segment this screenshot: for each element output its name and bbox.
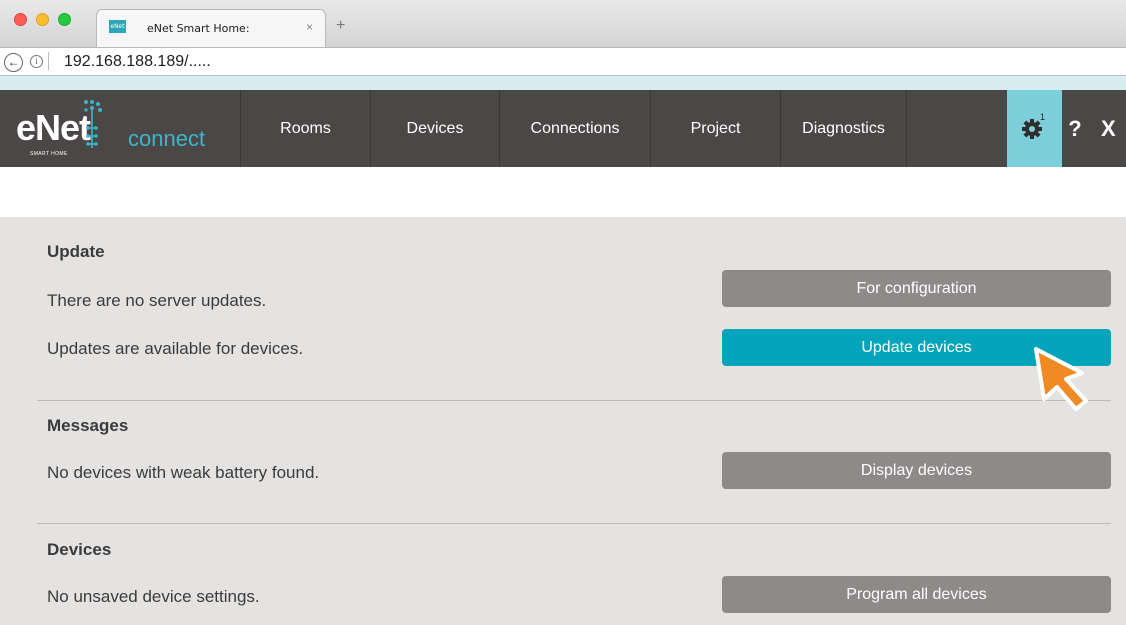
- unsaved-settings-status: No unsaved device settings.: [47, 587, 260, 606]
- browser-tab-bar: eNet eNet Smart Home: × +: [0, 0, 1126, 48]
- close-button[interactable]: X: [1101, 116, 1116, 142]
- messages-section-title: Messages: [47, 416, 129, 435]
- battery-status: No devices with weak battery found.: [47, 463, 320, 482]
- window-minimize-dot[interactable]: [36, 13, 49, 26]
- section-divider: [37, 523, 1111, 524]
- section-divider: [37, 400, 1111, 401]
- nav-connections[interactable]: Connections: [499, 90, 650, 167]
- logo-connect-label: connect: [128, 126, 206, 151]
- enet-logo[interactable]: eNet SMART HOME connect: [0, 90, 240, 167]
- display-devices-button[interactable]: Display devices: [722, 452, 1111, 489]
- device-update-status: Updates are available for devices.: [47, 339, 304, 358]
- logo-network-icon: [84, 100, 102, 148]
- tab-close-icon[interactable]: ×: [306, 20, 313, 34]
- window-zoom-dot[interactable]: [58, 13, 71, 26]
- for-configuration-button[interactable]: For configuration: [722, 270, 1111, 307]
- logo-subtitle: SMART HOME: [30, 151, 68, 157]
- new-tab-button[interactable]: +: [336, 17, 345, 35]
- nav-project[interactable]: Project: [650, 90, 780, 167]
- settings-button[interactable]: 1: [1007, 90, 1062, 167]
- help-button[interactable]: ?: [1064, 116, 1086, 142]
- app-navbar: eNet SMART HOME connect Rooms Devices Co…: [0, 90, 1126, 167]
- nav-diagnostics[interactable]: Diagnostics: [780, 90, 907, 167]
- url-input[interactable]: 192.168.188.189/.....: [64, 53, 211, 71]
- content-header-strip: [0, 167, 1126, 217]
- settings-badge: 1: [1040, 112, 1046, 122]
- window-close-dot[interactable]: [14, 13, 27, 26]
- nav-rooms[interactable]: Rooms: [240, 90, 370, 167]
- back-button[interactable]: ←: [4, 53, 23, 72]
- diagnostics-panel: Update There are no server updates. For …: [0, 217, 1126, 625]
- program-all-devices-button[interactable]: Program all devices: [722, 576, 1111, 613]
- nav-devices[interactable]: Devices: [370, 90, 499, 167]
- update-section-title: Update: [47, 242, 105, 261]
- tab-title: eNet Smart Home:: [147, 22, 250, 35]
- mouse-pointer-icon: [1034, 347, 1088, 411]
- address-separator: [48, 52, 49, 70]
- server-update-status: There are no server updates.: [47, 291, 267, 310]
- browser-tab[interactable]: eNet eNet Smart Home: ×: [96, 9, 326, 47]
- logo-wordmark: eNet: [16, 107, 91, 148]
- address-bar: ← i 192.168.188.189/.....: [0, 48, 1126, 76]
- tab-favicon-icon: eNet: [109, 20, 126, 33]
- site-info-icon[interactable]: i: [30, 55, 43, 68]
- devices-section-title: Devices: [47, 540, 112, 559]
